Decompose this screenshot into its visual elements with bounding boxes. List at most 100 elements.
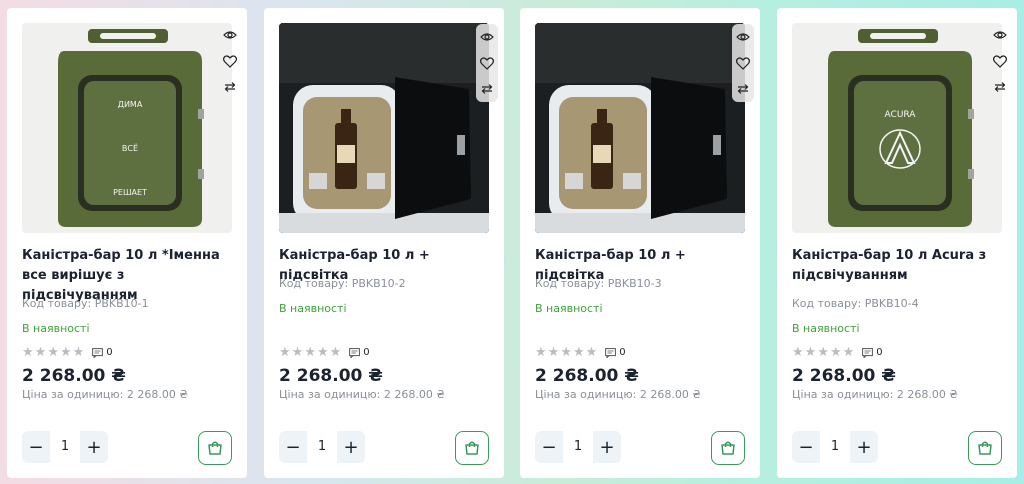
product-sku: Код товару: PBKB10-4	[792, 297, 919, 310]
rating[interactable]: ★ ★ ★ ★ ★ 0	[535, 346, 626, 359]
add-to-cart-button[interactable]	[711, 431, 745, 465]
star-icon: ★	[316, 345, 329, 360]
engraving-text: ВСЁ	[122, 143, 138, 153]
engraving-text: ДИМА	[118, 100, 143, 109]
quantity-stepper: − 1 +	[792, 431, 878, 463]
engraving-text: ACURA	[885, 110, 917, 120]
cart-icon	[208, 441, 222, 455]
minus-button[interactable]: −	[22, 431, 50, 463]
comment-icon	[92, 347, 104, 358]
star-icon: ★	[804, 345, 817, 360]
heart-icon[interactable]	[733, 52, 753, 74]
star-icon: ★	[817, 345, 829, 360]
product-price: 2 268.00 ₴	[535, 366, 639, 386]
comment-count: 0	[876, 347, 883, 358]
minus-button[interactable]: −	[535, 431, 563, 463]
quantity-stepper: − 1 +	[279, 431, 365, 463]
eye-icon[interactable]	[990, 24, 1010, 46]
star-icon: ★	[59, 345, 72, 360]
comments[interactable]: 0	[92, 347, 113, 358]
quantity-input[interactable]: 1	[307, 431, 337, 463]
comment-count: 0	[106, 347, 113, 358]
star-icon: ★	[829, 345, 842, 360]
star-icon: ★	[535, 345, 547, 360]
product-title[interactable]: Каністра-бар 10 л Acura з підсвічуванням	[792, 246, 1004, 286]
product-image[interactable]	[535, 23, 745, 233]
star-icon: ★	[22, 345, 34, 360]
product-sku: Код товару: PBKB10-1	[22, 297, 149, 310]
heart-icon[interactable]	[990, 50, 1010, 72]
star-icon: ★	[47, 345, 59, 360]
quantity-stepper: − 1 +	[535, 431, 621, 463]
rating[interactable]: ★ ★ ★ ★ ★ 0	[22, 346, 113, 359]
comments[interactable]: 0	[605, 347, 626, 358]
product-price: 2 268.00 ₴	[22, 366, 126, 386]
star-icon: ★	[329, 345, 342, 360]
unit-price: Ціна за одиницю: 2 268.00 ₴	[279, 388, 445, 401]
star-icon: ★	[547, 345, 560, 360]
eye-icon[interactable]	[220, 24, 240, 46]
star-icon: ★	[72, 345, 85, 360]
product-price: 2 268.00 ₴	[792, 366, 896, 386]
product-card: ACURA Каністра-бар 10 л Acura з підсвічу…	[777, 8, 1017, 478]
stock-status: В наявності	[22, 322, 90, 335]
product-image[interactable]: ACURA	[792, 23, 1002, 233]
heart-icon[interactable]	[220, 50, 240, 72]
compare-icon[interactable]	[990, 76, 1010, 98]
rating[interactable]: ★ ★ ★ ★ ★ 0	[792, 346, 883, 359]
eye-icon[interactable]	[733, 26, 753, 48]
quantity-stepper: − 1 +	[22, 431, 108, 463]
comments[interactable]: 0	[349, 347, 370, 358]
plus-button[interactable]: +	[850, 431, 878, 463]
quantity-input[interactable]: 1	[820, 431, 850, 463]
cart-icon	[978, 441, 992, 455]
star-icon: ★	[291, 345, 304, 360]
comment-icon	[862, 347, 874, 358]
card-actions	[476, 24, 498, 102]
minus-button[interactable]: −	[792, 431, 820, 463]
product-card: ДИМА ВСЁ РЕШАЕТ Каністра-бар 10 л *Іменн…	[7, 8, 247, 478]
minus-button[interactable]: −	[279, 431, 307, 463]
rating[interactable]: ★ ★ ★ ★ ★ 0	[279, 346, 370, 359]
compare-icon[interactable]	[733, 78, 753, 100]
add-to-cart-button[interactable]	[198, 431, 232, 465]
compare-icon[interactable]	[220, 76, 240, 98]
comments[interactable]: 0	[862, 347, 883, 358]
star-icon: ★	[572, 345, 585, 360]
star-icon: ★	[560, 345, 572, 360]
star-icon: ★	[842, 345, 855, 360]
star-icon: ★	[792, 345, 804, 360]
add-to-cart-button[interactable]	[968, 431, 1002, 465]
card-actions	[219, 24, 241, 98]
add-to-cart-button[interactable]	[455, 431, 489, 465]
unit-price: Ціна за одиницю: 2 268.00 ₴	[792, 388, 958, 401]
quantity-input[interactable]: 1	[50, 431, 80, 463]
heart-icon[interactable]	[477, 52, 497, 74]
product-sku: Код товару: PBKB10-2	[279, 277, 406, 290]
compare-icon[interactable]	[477, 78, 497, 100]
product-card: Каністра-бар 10 л + підсвітка Код товару…	[264, 8, 504, 478]
plus-button[interactable]: +	[337, 431, 365, 463]
stock-status: В наявності	[792, 322, 860, 335]
stock-status: В наявності	[279, 302, 347, 315]
star-icon: ★	[304, 345, 316, 360]
plus-button[interactable]: +	[593, 431, 621, 463]
star-icon: ★	[279, 345, 291, 360]
unit-price: Ціна за одиницю: 2 268.00 ₴	[22, 388, 188, 401]
product-image[interactable]: ДИМА ВСЁ РЕШАЕТ	[22, 23, 232, 233]
cart-icon	[465, 441, 479, 455]
eye-icon[interactable]	[477, 26, 497, 48]
comment-count: 0	[619, 347, 626, 358]
product-image[interactable]	[279, 23, 489, 233]
star-icon: ★	[34, 345, 47, 360]
plus-button[interactable]: +	[80, 431, 108, 463]
product-sku: Код товару: PBKB10-3	[535, 277, 662, 290]
engraving-text: РЕШАЕТ	[113, 188, 147, 197]
comment-icon	[605, 347, 617, 358]
quantity-input[interactable]: 1	[563, 431, 593, 463]
stock-status: В наявності	[535, 302, 603, 315]
product-card: Каністра-бар 10 л + підсвітка Код товару…	[520, 8, 760, 478]
star-icon: ★	[585, 345, 598, 360]
cart-icon	[721, 441, 735, 455]
comment-icon	[349, 347, 361, 358]
